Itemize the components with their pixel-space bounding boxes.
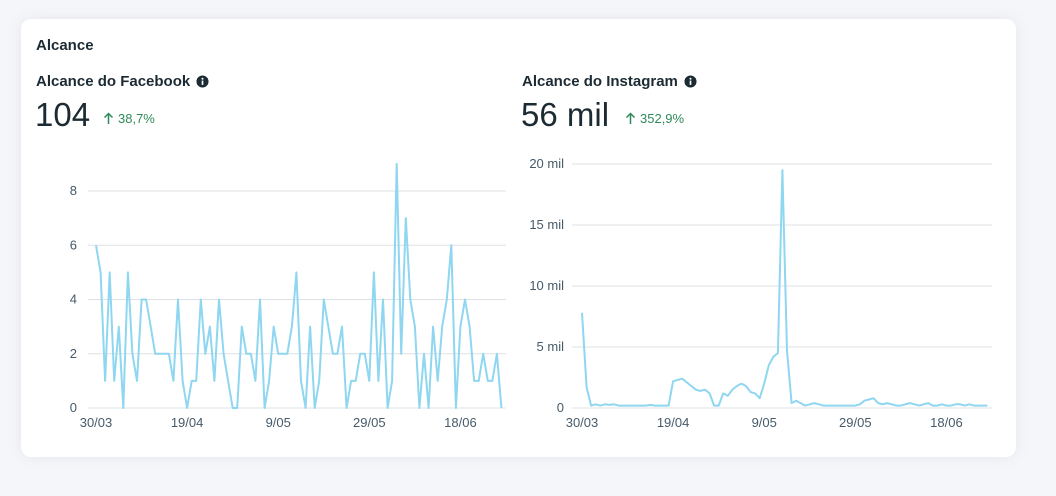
instagram-reach-chart: 0 5 mil 10 mil 15 mil 20 mil 30/03 19/04 9/05 29… bbox=[529, 156, 992, 430]
x-tick-label: 9/05 bbox=[752, 415, 777, 430]
x-tick-label: 18/06 bbox=[930, 415, 963, 430]
y-tick-label: 15 mil bbox=[529, 217, 564, 232]
y-tick-label: 5 mil bbox=[537, 339, 565, 354]
y-tick-label: 0 bbox=[557, 400, 564, 415]
x-tick-label: 19/04 bbox=[657, 415, 690, 430]
x-tick-label: 29/05 bbox=[839, 415, 872, 430]
y-tick-label: 20 mil bbox=[529, 156, 564, 171]
y-tick-label: 10 mil bbox=[529, 278, 564, 293]
x-tick-label: 30/03 bbox=[566, 415, 599, 430]
series-line bbox=[581, 169, 988, 407]
